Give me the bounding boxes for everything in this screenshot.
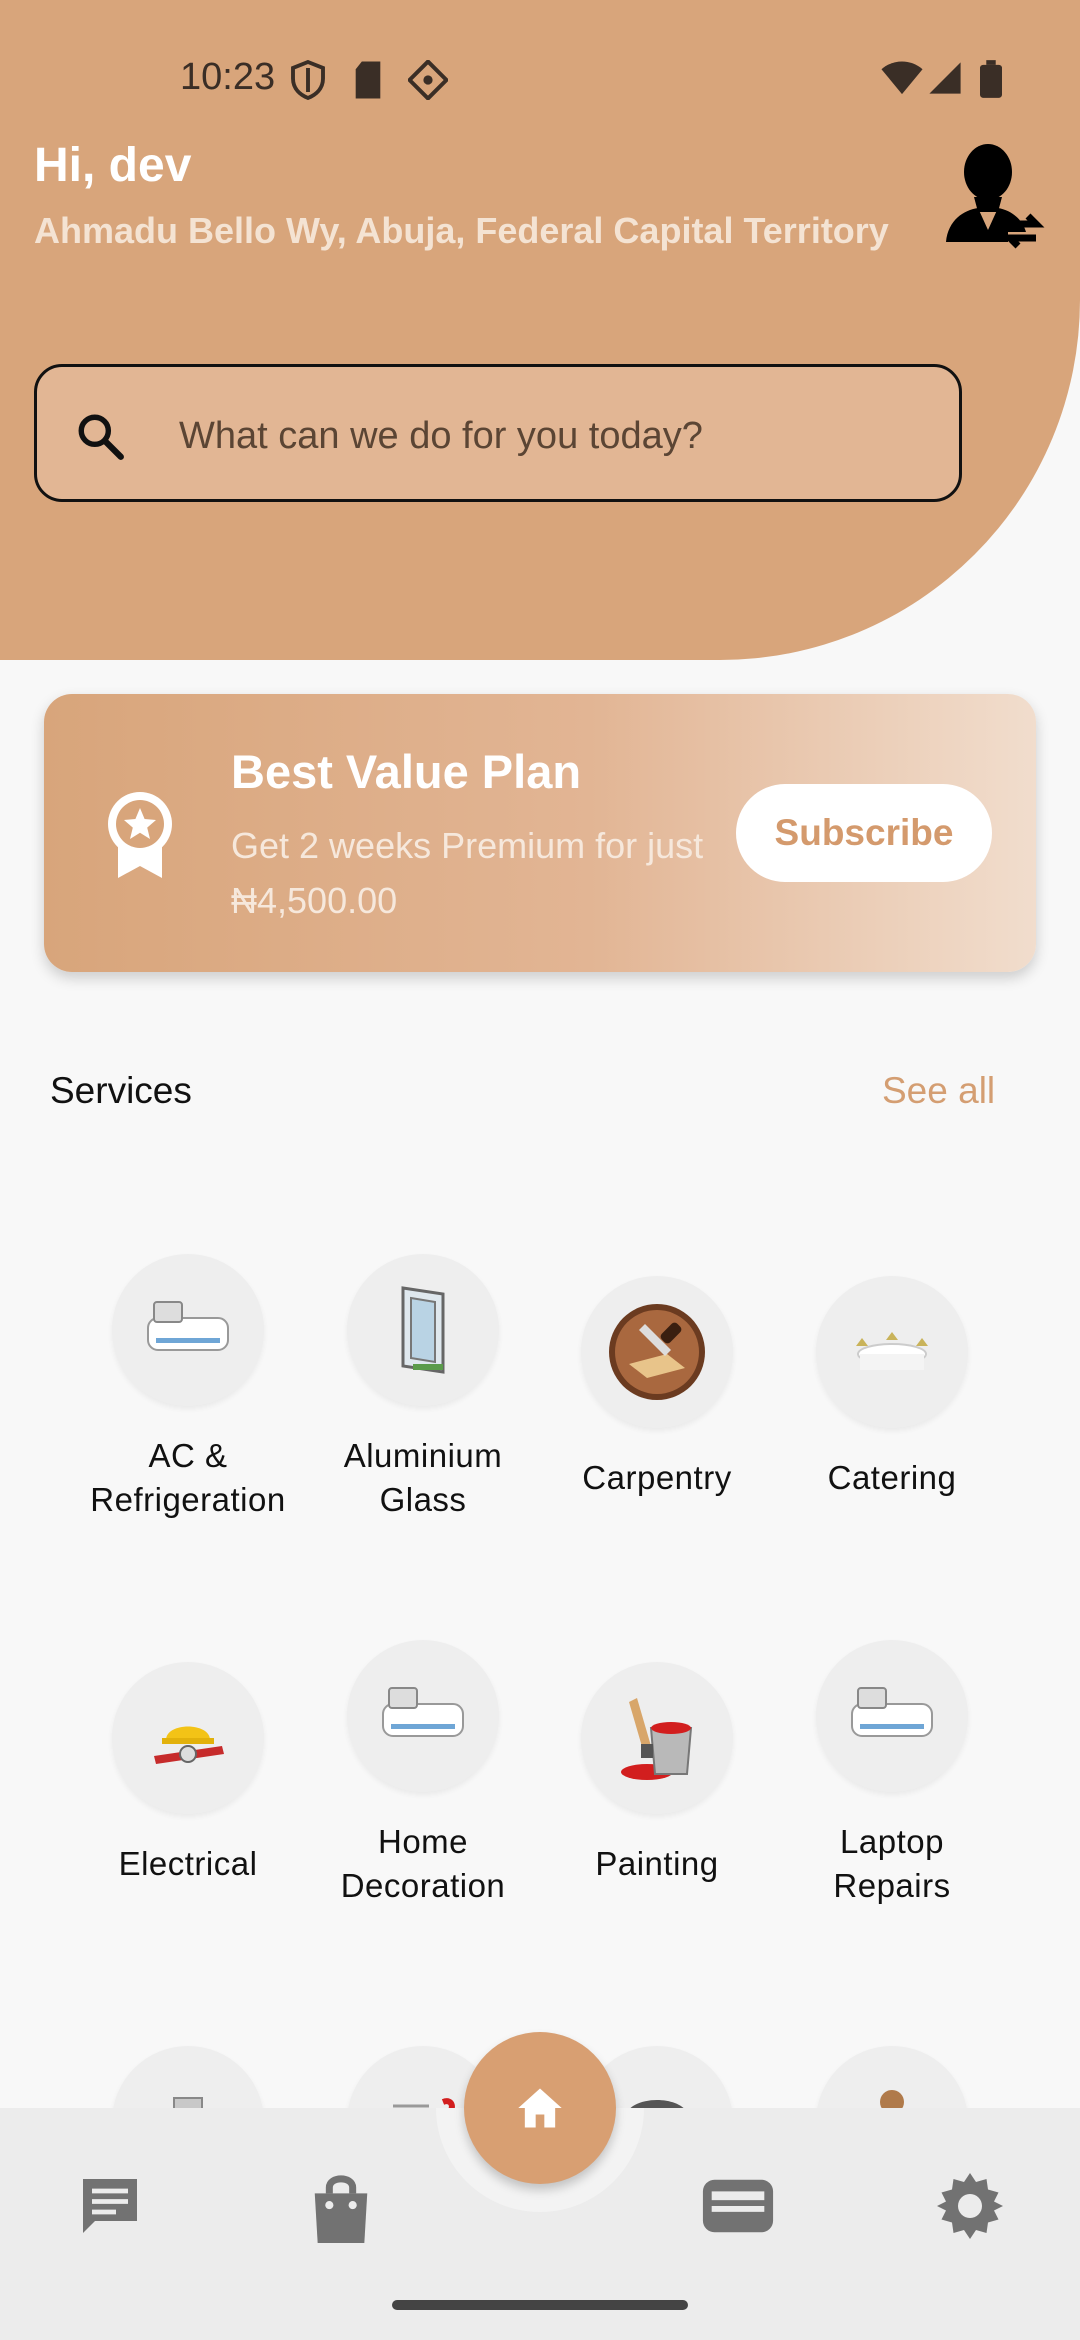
window-icon <box>401 1286 445 1374</box>
wallet-icon[interactable] <box>700 2170 776 2242</box>
service-label: Electrical <box>118 1845 258 1882</box>
gesture-home-indicator <box>392 2300 688 2310</box>
service-icon-wrapper <box>347 1640 499 1792</box>
service-item-painting[interactable]: Painting <box>542 1662 772 1886</box>
chat-icon[interactable] <box>74 2170 146 2242</box>
service-icon-wrapper <box>581 1276 733 1428</box>
air-conditioner-icon <box>851 1687 933 1737</box>
service-label: Aluminium Glass <box>343 1437 503 1518</box>
greeting-text: Hi, dev <box>34 139 192 192</box>
diamond-app-icon <box>408 60 448 100</box>
sd-card-icon <box>355 61 381 99</box>
service-label: Home Decoration <box>340 1823 506 1904</box>
signal-icon <box>929 62 961 94</box>
service-item-catering[interactable]: Catering <box>777 1276 1007 1500</box>
services-heading: Services <box>50 1070 192 1111</box>
service-icon-wrapper <box>816 1276 968 1428</box>
promo-card[interactable]: Best Value Plan Get 2 weeks Premium for … <box>44 694 1036 972</box>
service-label: Painting <box>595 1845 719 1882</box>
saw-icon <box>609 1304 705 1400</box>
service-item-laptop-repairs[interactable]: Laptop Repairs <box>777 1640 1007 1908</box>
paint-bucket-icon <box>621 1698 693 1780</box>
promo-title: Best Value Plan <box>231 745 582 798</box>
service-item-aluminium-glass[interactable]: Aluminium Glass <box>308 1254 538 1522</box>
service-item-home-decoration[interactable]: Home Decoration <box>308 1640 538 1908</box>
air-conditioner-icon <box>147 1301 229 1351</box>
shield-icon <box>291 60 325 100</box>
settings-icon[interactable] <box>934 2170 1006 2242</box>
wifi-icon <box>881 61 923 95</box>
service-icon-wrapper <box>581 1662 733 1814</box>
service-item-carpentry[interactable]: Carpentry <box>542 1276 772 1500</box>
profile-avatar-icon[interactable] <box>938 142 1048 252</box>
promo-description: Get 2 weeks Premium for just ₦4,500.00 <box>231 825 704 921</box>
search-input[interactable] <box>177 397 941 475</box>
subscribe-button[interactable]: Subscribe <box>736 784 992 882</box>
banquet-icon <box>856 1332 928 1370</box>
shopping-bag-icon[interactable] <box>306 2170 376 2246</box>
air-conditioner-icon <box>382 1687 464 1737</box>
service-item-electrical[interactable]: Electrical <box>73 1662 303 1886</box>
service-label: Carpentry <box>582 1459 732 1496</box>
service-label: AC & Refrigeration <box>90 1437 286 1518</box>
status-time: 10:23 <box>180 56 276 98</box>
service-icon-wrapper <box>112 1662 264 1814</box>
service-label: Catering <box>827 1459 957 1496</box>
battery-icon <box>980 60 1002 98</box>
award-badge-icon <box>108 792 172 878</box>
location-text[interactable]: Ahmadu Bello Wy, Abuja, Federal Capital … <box>34 210 889 252</box>
home-fab-button[interactable] <box>464 2032 616 2184</box>
search-icon <box>78 414 124 460</box>
search-bar[interactable] <box>34 364 962 502</box>
electrical-tools-icon <box>154 1726 224 1764</box>
see-all-link[interactable]: See all <box>882 1070 995 1112</box>
service-icon-wrapper <box>112 1254 264 1406</box>
home-icon <box>518 2088 562 2128</box>
service-icon-wrapper <box>816 1640 968 1792</box>
service-label: Laptop Repairs <box>833 1823 951 1904</box>
service-item-ac-refrigeration[interactable]: AC & Refrigeration <box>73 1254 303 1522</box>
service-icon-wrapper <box>347 1254 499 1406</box>
